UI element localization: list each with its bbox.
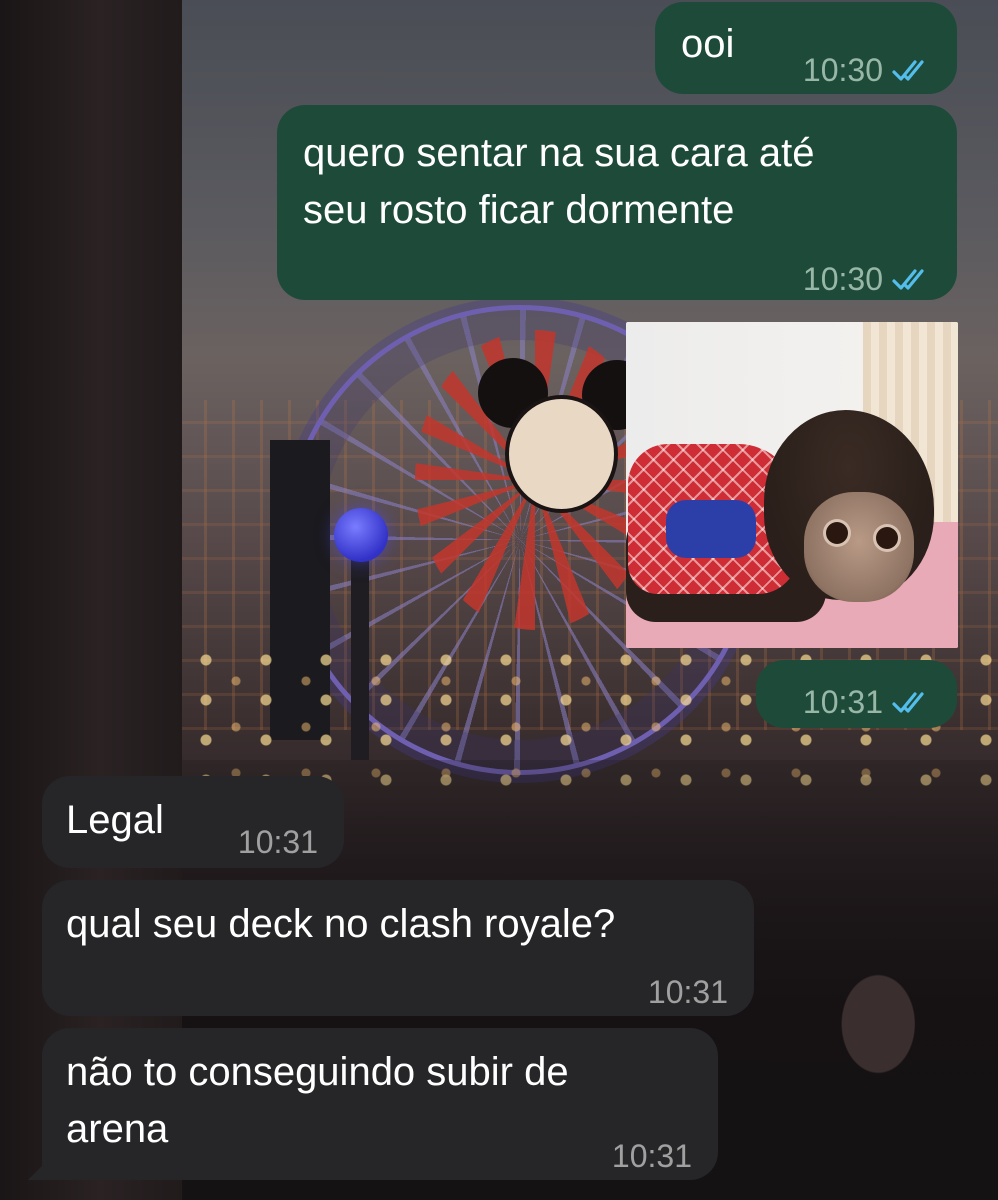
message-meta: 10:31 <box>612 1128 692 1185</box>
wallpaper-tree <box>0 0 182 1200</box>
photo-monkey-face <box>804 492 914 602</box>
image-message-meta-bubble[interactable]: 10:31 <box>756 660 957 728</box>
wallpaper-mouse-face <box>505 395 618 513</box>
image-message-photo[interactable] <box>626 322 958 648</box>
photo-shirt-blue-sleeve <box>666 500 756 558</box>
message-meta: 10:31 <box>238 814 318 871</box>
message-time: 10:31 <box>237 824 318 860</box>
message-text: qual seu deck no clash royale? <box>66 902 616 946</box>
double-check-icon <box>892 691 924 713</box>
wallpaper-lamp <box>334 508 388 562</box>
outgoing-message-bubble[interactable]: quero sentar na sua cara até seu rosto f… <box>277 105 957 300</box>
message-meta: 10:31 <box>648 964 728 1021</box>
message-text: ooi <box>681 22 735 66</box>
message-time: 10:31 <box>611 1138 692 1174</box>
photo-monkey-eye <box>876 527 898 549</box>
double-check-icon <box>892 268 924 290</box>
message-time: 10:30 <box>802 261 883 297</box>
photo-monkey-eye <box>826 522 848 544</box>
incoming-message-bubble[interactable]: Legal 10:31 <box>42 776 344 868</box>
message-meta: 10:31 <box>803 674 935 731</box>
message-meta: 10:30 <box>803 251 935 308</box>
incoming-message-bubble[interactable]: qual seu deck no clash royale? 10:31 <box>42 880 754 1016</box>
message-time: 10:31 <box>802 684 883 720</box>
message-time: 10:31 <box>647 974 728 1010</box>
message-time: 10:30 <box>802 52 883 88</box>
double-check-icon <box>892 59 924 81</box>
incoming-message-bubble[interactable]: não to conseguindo subir de arena 10:31 <box>42 1028 718 1180</box>
outgoing-message-bubble[interactable]: ooi 10:30 <box>655 2 957 94</box>
message-text: quero sentar na sua cara até seu rosto f… <box>303 131 815 232</box>
message-text: Legal <box>66 798 164 842</box>
message-text: não to conseguindo subir de arena <box>66 1050 569 1151</box>
message-meta: 10:30 <box>803 42 935 99</box>
